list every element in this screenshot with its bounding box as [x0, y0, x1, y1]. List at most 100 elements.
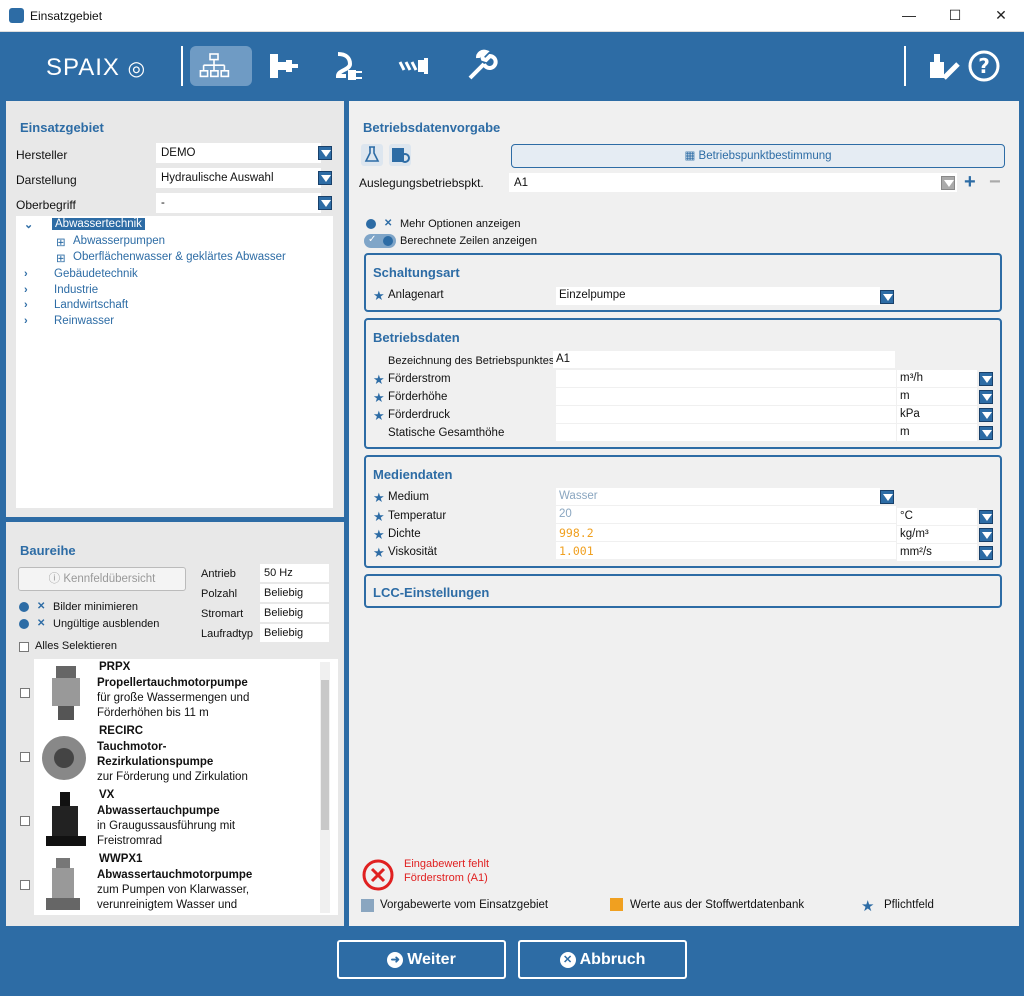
antrieb-combo[interactable]: 50 Hz [260, 564, 329, 582]
betriebsdaten-group: Betriebsdaten Bezeichnung des Betriebspu… [364, 318, 1002, 449]
polzahl-combo[interactable]: Beliebig [260, 584, 329, 602]
foerderstrom-unit[interactable]: m³/h [897, 370, 977, 387]
stromart-combo[interactable]: Beliebig [260, 604, 329, 622]
scrollbar-thumb[interactable] [321, 680, 329, 830]
maximize-button[interactable]: ☐ [932, 0, 978, 31]
add-icon[interactable]: + [964, 171, 976, 194]
temperatur-unit[interactable]: °C [897, 508, 977, 525]
viskositaet-unit[interactable]: mm²/s [897, 544, 977, 561]
legend-pflicht: Pflichtfeld [884, 899, 934, 911]
close-button[interactable]: ✕ [978, 0, 1024, 31]
tree-item[interactable]: Gebäudetechnik [54, 268, 138, 280]
betriebspunkt-button[interactable]: ▦ Betriebspunktbestimmung [511, 144, 1005, 168]
viskositaet-input[interactable]: 1.001 [556, 542, 896, 559]
hersteller-combo[interactable]: DEMO [156, 143, 321, 163]
viskositaet-label: Viskosität [388, 546, 438, 558]
chevron-down-icon[interactable] [318, 171, 332, 185]
pump-image [42, 662, 90, 722]
remove-icon[interactable]: − [989, 171, 1001, 194]
chevron-down-icon[interactable] [979, 408, 993, 422]
config-icon[interactable] [389, 144, 411, 166]
tab-pump-icon[interactable] [262, 48, 302, 84]
darstellung-combo[interactable]: Hydraulische Auswahl [156, 168, 321, 188]
chevron-right-icon[interactable]: › [24, 268, 28, 280]
lcc-group[interactable]: LCC-Einstellungen [364, 574, 1002, 608]
help-icon[interactable]: ? [964, 48, 1004, 84]
chevron-right-icon[interactable]: › [24, 315, 28, 327]
pump-edit-icon[interactable] [924, 48, 964, 84]
foerderhoehe-unit[interactable]: m [897, 388, 977, 405]
tree-item[interactable]: Oberflächenwasser & geklärtes Abwasser [73, 251, 286, 263]
tab-shaft-icon[interactable] [394, 48, 434, 84]
lcc-title: LCC-Einstellungen [373, 585, 490, 600]
ausleg-combo[interactable]: A1 [509, 173, 957, 192]
statisch-input[interactable] [556, 424, 896, 441]
tab-plug-icon[interactable] [328, 48, 368, 84]
product-checkbox[interactable] [20, 752, 30, 762]
tree-item[interactable]: Abwassertechnik [52, 218, 145, 230]
toggle-dot-icon[interactable] [366, 219, 376, 229]
bezeichnung-input[interactable]: A1 [553, 351, 895, 368]
chevron-down-icon[interactable] [979, 510, 993, 524]
product-checkbox[interactable] [20, 816, 30, 826]
flask-icon[interactable] [361, 144, 383, 166]
mediendaten-group: Mediendaten ★ Medium Wasser ★ Temperatur… [364, 455, 1002, 568]
tab-einsatzgebiet[interactable] [190, 46, 252, 86]
chevron-down-icon[interactable] [318, 196, 332, 210]
chevron-down-icon[interactable] [979, 390, 993, 404]
tree-item[interactable]: Landwirtschaft [54, 299, 128, 311]
tab-wrench-icon[interactable] [460, 48, 500, 84]
dichte-unit[interactable]: kg/m³ [897, 526, 977, 543]
chevron-down-icon[interactable] [318, 146, 332, 160]
toggle-switch[interactable]: ✓ [364, 234, 396, 248]
oberbegriff-combo[interactable]: - [156, 193, 321, 213]
cancel-icon: ✕ [559, 951, 576, 968]
minimize-button[interactable]: — [886, 0, 932, 31]
chevron-down-icon[interactable] [979, 528, 993, 542]
tree-item[interactable]: Reinwasser [54, 315, 114, 327]
star-icon: ★ [373, 545, 385, 560]
temperatur-input[interactable]: 20 [556, 506, 896, 523]
berechnet-label: Berechnete Zeilen anzeigen [400, 235, 537, 247]
anlagenart-label: Anlagenart [388, 289, 444, 301]
chevron-down-icon[interactable]: ⌄ [24, 218, 33, 231]
anlagenart-combo[interactable]: Einzelpumpe [556, 287, 880, 305]
star-icon: ★ [373, 527, 385, 542]
baureihe-title: Baureihe [20, 543, 76, 558]
chevron-right-icon[interactable]: › [24, 284, 28, 296]
chevron-down-icon[interactable] [941, 176, 955, 190]
weiter-button[interactable]: ➜ Weiter [337, 940, 506, 979]
product-checkbox[interactable] [20, 688, 30, 698]
foerderstrom-input[interactable] [556, 370, 896, 387]
foerderdruck-input[interactable] [556, 406, 896, 423]
statisch-unit[interactable]: m [897, 424, 977, 441]
toggle-dot-icon[interactable] [19, 619, 29, 629]
alles-checkbox[interactable] [19, 642, 29, 652]
dichte-input[interactable]: 998.2 [556, 524, 896, 541]
hersteller-label: Hersteller [16, 148, 68, 162]
product-desc: zum Pumpen von Klarwasser, [97, 884, 250, 896]
chevron-down-icon[interactable] [979, 426, 993, 440]
mehr-optionen-label: Mehr Optionen anzeigen [400, 218, 521, 230]
scrollbar[interactable] [320, 662, 330, 913]
alles-label: Alles Selektieren [35, 640, 117, 652]
chevron-down-icon[interactable] [979, 546, 993, 560]
medium-combo[interactable]: Wasser [556, 488, 880, 505]
app-icon [9, 8, 24, 23]
tree-item[interactable]: Abwasserpumpen [73, 235, 165, 247]
tree-item[interactable]: Industrie [54, 284, 98, 296]
laufradtyp-combo[interactable]: Beliebig [260, 624, 329, 642]
chevron-down-icon[interactable] [880, 290, 894, 304]
abbruch-button[interactable]: ✕ Abbruch [518, 940, 687, 979]
polzahl-label: Polzahl [201, 588, 238, 600]
product-desc: für große Wassermengen und [97, 692, 250, 704]
toggle-dot-icon[interactable] [19, 602, 29, 612]
kennfeld-button[interactable]: ⓘ Kennfeldübersicht [18, 567, 186, 591]
chevron-down-icon[interactable] [880, 490, 894, 504]
chevron-right-icon[interactable]: › [24, 299, 28, 311]
foerderhoehe-input[interactable] [556, 388, 896, 405]
chevron-down-icon[interactable] [979, 372, 993, 386]
statisch-label: Statische Gesamthöhe [388, 427, 505, 439]
product-checkbox[interactable] [20, 880, 30, 890]
foerderdruck-unit[interactable]: kPa [897, 406, 977, 423]
